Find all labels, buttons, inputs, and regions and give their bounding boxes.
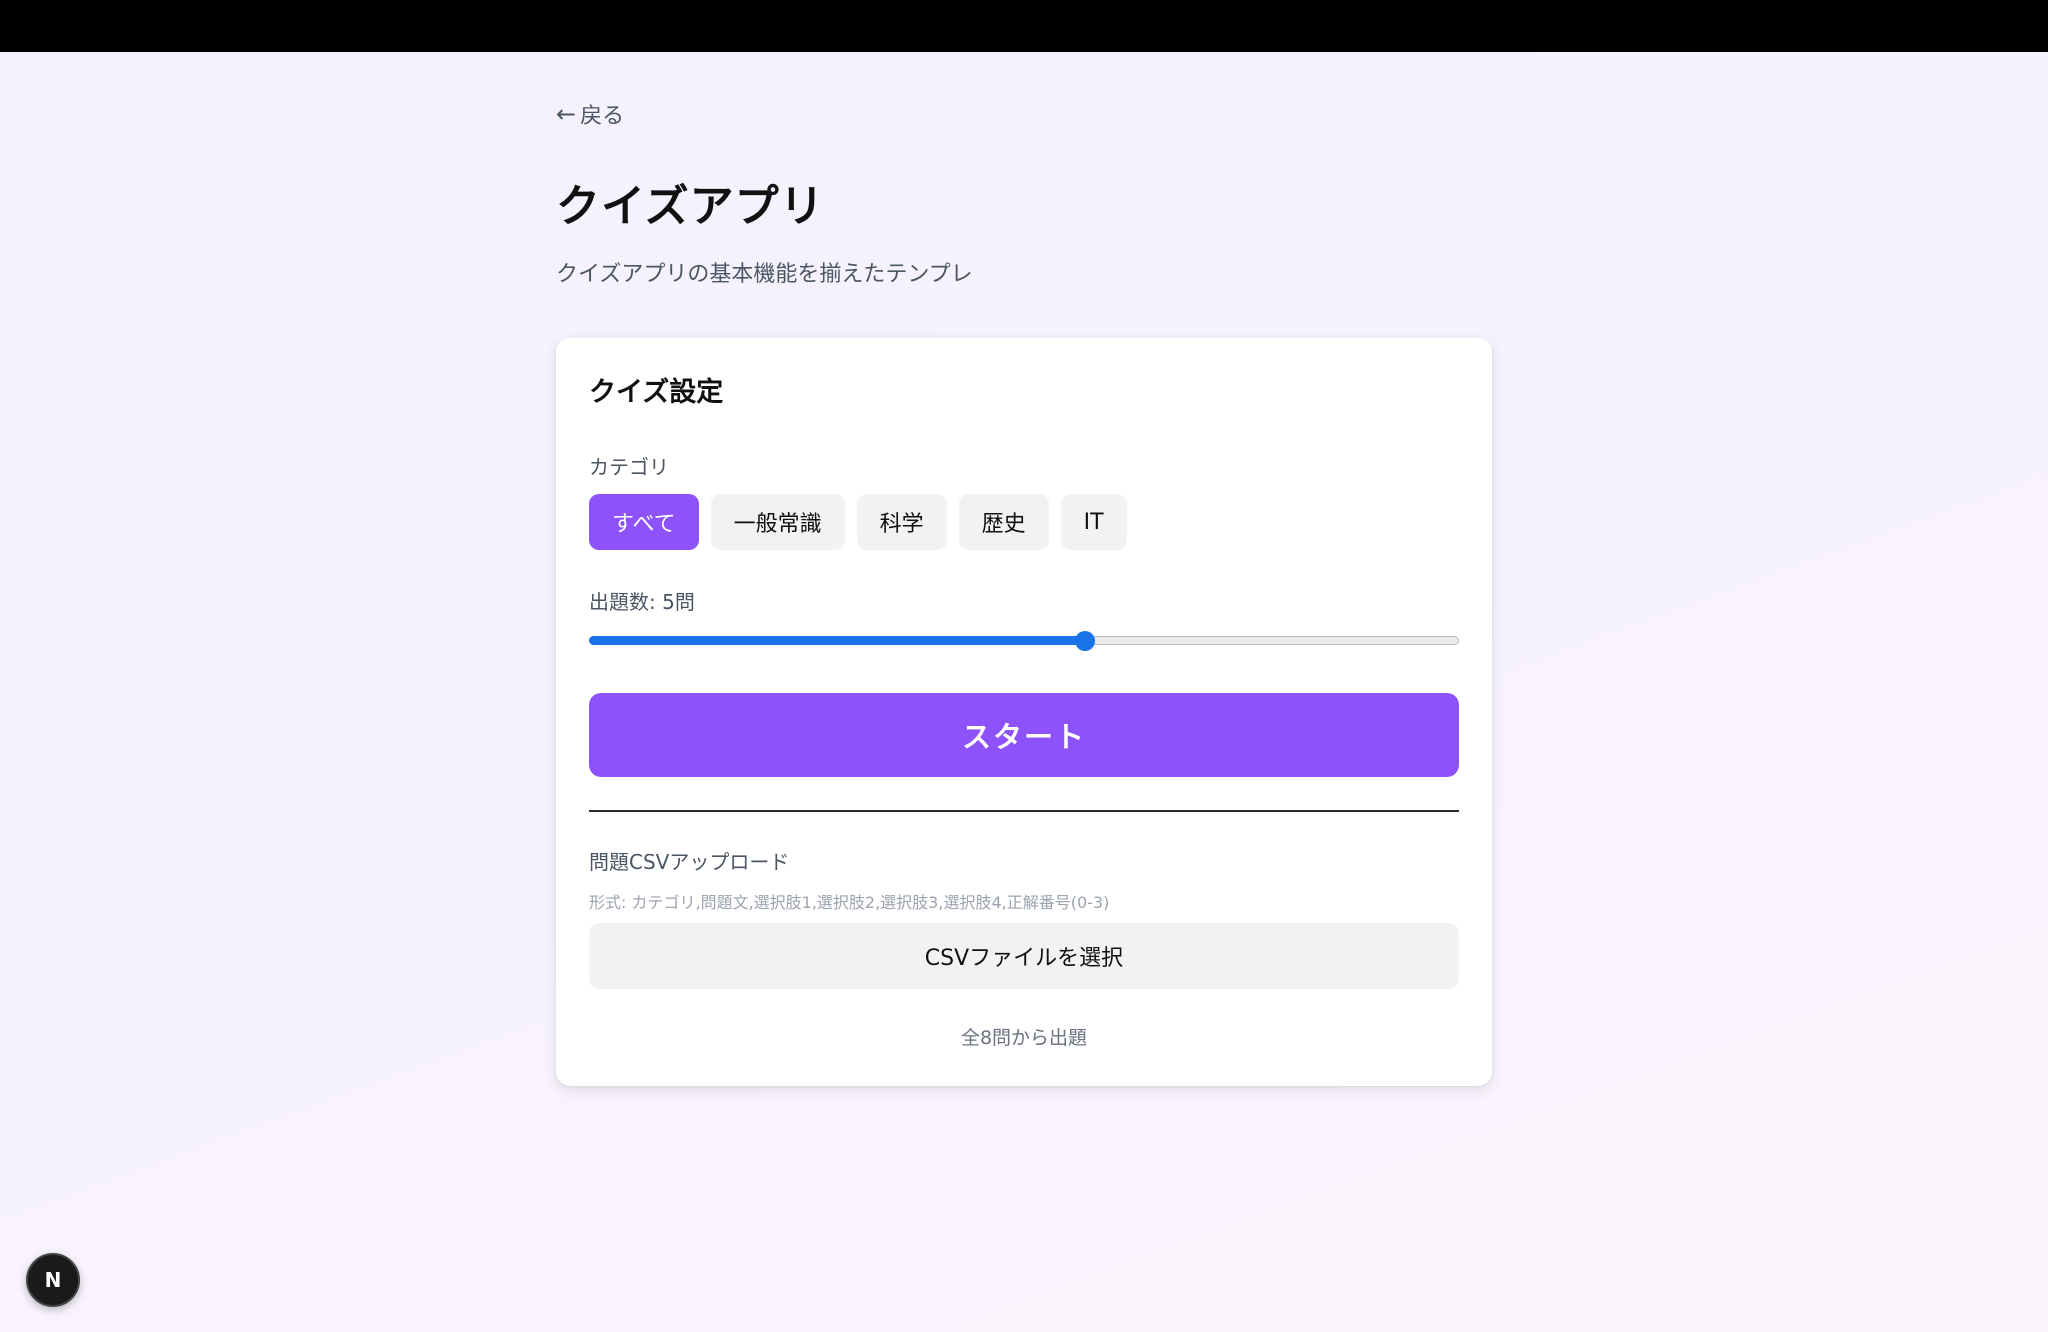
settings-title: クイズ設定: [589, 377, 724, 408]
category-chip-it[interactable]: IT: [1060, 494, 1127, 550]
nextjs-letter: N: [45, 1268, 62, 1292]
category-selector: すべて 一般常識 科学 歴史 IT: [589, 494, 1459, 550]
category-chip-science[interactable]: 科学: [856, 494, 947, 550]
page-title: クイズアプリ: [556, 181, 825, 232]
question-count-slider[interactable]: [589, 631, 1459, 651]
slider-fill: [589, 636, 1085, 645]
csv-upload-label: 問題CSVアップロード: [589, 850, 790, 874]
back-link[interactable]: ← 戻る: [556, 98, 624, 130]
csv-file-select-button[interactable]: CSVファイルを選択: [589, 923, 1459, 989]
nextjs-icon[interactable]: N: [26, 1253, 80, 1307]
category-chip-history[interactable]: 歴史: [958, 494, 1049, 550]
category-chip-general[interactable]: 一般常識: [710, 494, 845, 550]
main-container: ← 戻る クイズアプリ クイズアプリの基本機能を揃えたテンプレ クイズ設定 カテ…: [556, 52, 1492, 1086]
top-black-bar: [0, 0, 2048, 52]
back-arrow-icon: ←: [556, 100, 577, 128]
question-count-label: 出題数: 5問: [589, 590, 695, 614]
quiz-settings-card: クイズ設定 カテゴリ すべて 一般常識 科学 歴史 IT 出題数: 5問 スター…: [556, 338, 1492, 1086]
back-label: 戻る: [580, 104, 625, 129]
slider-thumb[interactable]: [1074, 631, 1095, 651]
nextjs-logo-icon: N: [45, 1268, 62, 1292]
divider: [589, 810, 1459, 812]
start-button[interactable]: スタート: [589, 693, 1459, 777]
category-chip-all[interactable]: すべて: [589, 494, 699, 550]
total-questions-text: 全8問から出題: [960, 1027, 1088, 1049]
page-subtitle: クイズアプリの基本機能を揃えたテンプレ: [556, 262, 973, 287]
category-label: カテゴリ: [589, 455, 669, 479]
csv-format-hint: 形式: カテゴリ,問題文,選択肢1,選択肢2,選択肢3,選択肢4,正解番号(0-…: [589, 893, 1110, 912]
